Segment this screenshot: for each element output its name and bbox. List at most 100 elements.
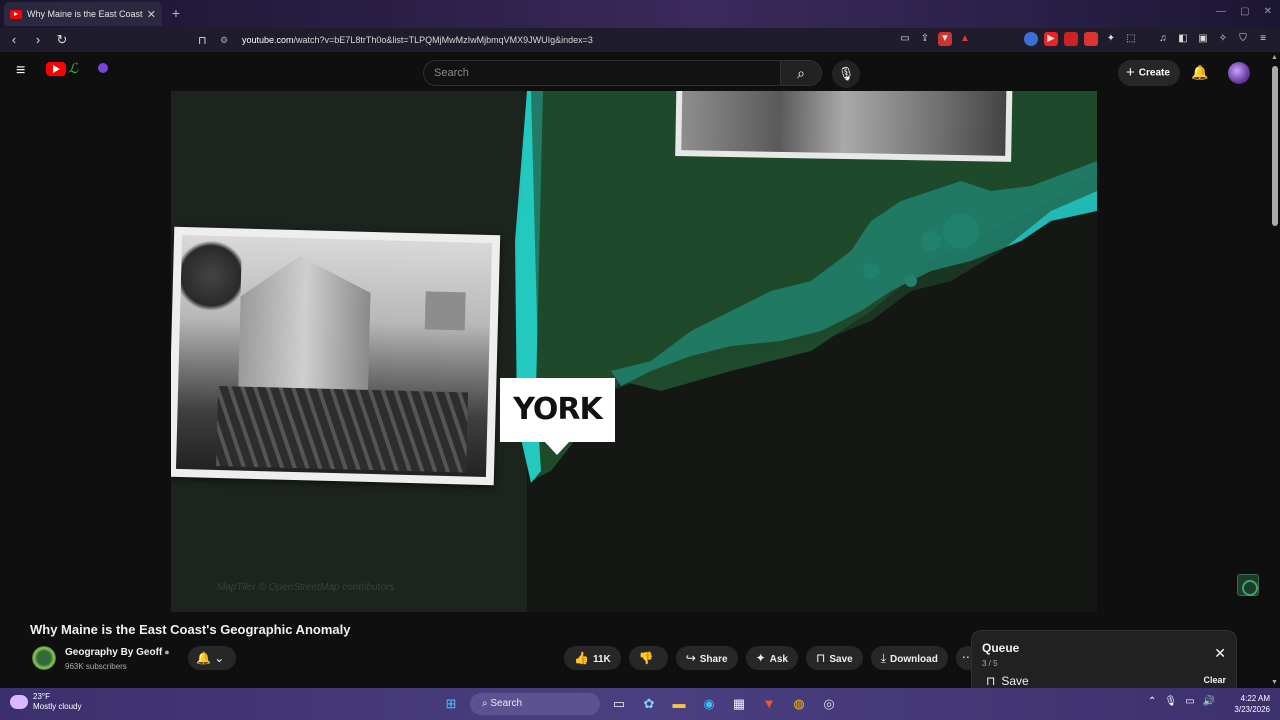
- leo-icon[interactable]: ✧: [1216, 32, 1230, 46]
- bookmark-icon: ⊓: [986, 674, 996, 688]
- close-window-icon[interactable]: ✕: [1264, 6, 1272, 17]
- share-button[interactable]: ↪ Share: [675, 646, 738, 670]
- dislike-button[interactable]: 👎: [628, 646, 668, 670]
- clock-date: 3/23/2026: [1234, 705, 1270, 714]
- tab-title: Why Maine is the East Coast’s: [27, 9, 143, 19]
- system-tray: ⌃ 🎙 ▭ 🔊: [1148, 696, 1215, 707]
- vpn-icon[interactable]: ⛉: [1236, 32, 1250, 46]
- new-tab-button[interactable]: +: [168, 5, 184, 21]
- search-input[interactable]: Search: [423, 60, 781, 86]
- store-icon[interactable]: ▦: [728, 693, 750, 715]
- download-button[interactable]: ⤓ Download: [870, 646, 948, 670]
- sidebar-icon[interactable]: ◧: [1176, 32, 1190, 46]
- bookmark-icon[interactable]: ⊓: [198, 34, 210, 47]
- back-icon[interactable]: ‹: [4, 30, 24, 50]
- thumbs-up-icon: 👍: [574, 651, 589, 665]
- tray-overflow-icon[interactable]: ⌃: [1148, 696, 1156, 707]
- youtube-doodle-logo[interactable]: ℒ: [68, 60, 108, 80]
- edge-icon[interactable]: ◉: [698, 693, 720, 715]
- file-explorer-icon[interactable]: ▬: [668, 693, 690, 715]
- weather-icon: [10, 695, 28, 709]
- bookmark-save-icon: ⊓: [815, 651, 826, 665]
- volume-icon[interactable]: 🔊: [1203, 696, 1215, 707]
- historic-photo-fishhouse: [171, 226, 501, 486]
- map-attribution: MapTiler © OpenStreetMap contributors: [217, 582, 395, 593]
- downloads-icon[interactable]: ⬚: [1124, 32, 1138, 46]
- temperature: 23°F: [33, 692, 50, 701]
- extensions-bar: ▭ ⇪ ▼ ▲ ▶ ✦ ⬚ ♫ ◧ ▣ ✧ ⛉ ≡: [898, 32, 1270, 46]
- address-bar: ‹ › ↻ ⊓ ⚙ youtube.com/watch?v=bE7L8trTh0…: [0, 28, 1280, 52]
- mic-tray-icon[interactable]: 🎙: [1164, 696, 1177, 707]
- thumbs-down-icon: 👎: [638, 651, 654, 665]
- minimize-icon[interactable]: —: [1216, 6, 1226, 17]
- share-icon: ↪: [685, 651, 696, 665]
- extension-red2-icon[interactable]: [1084, 32, 1098, 46]
- scroll-down-icon[interactable]: ▼: [1271, 679, 1278, 686]
- screen-cast-icon[interactable]: ▭: [898, 32, 912, 46]
- extension-blue-icon[interactable]: [1024, 32, 1038, 46]
- copilot-icon[interactable]: ✿: [638, 693, 660, 715]
- notifications-bell-icon[interactable]: 🔔: [1191, 64, 1209, 82]
- youtube-logo-icon[interactable]: [46, 62, 66, 76]
- reload-icon[interactable]: ↻: [52, 30, 72, 50]
- brave-shield-icon[interactable]: ▼: [938, 32, 952, 46]
- forward-icon[interactable]: ›: [28, 30, 48, 50]
- search-button[interactable]: ⌕: [780, 60, 822, 86]
- subscription-bell-button[interactable]: 🔔 ⌄: [188, 646, 236, 670]
- taskbar-search[interactable]: ⌕ Search: [470, 693, 600, 715]
- extensions-puzzle-icon[interactable]: ✦: [1104, 32, 1118, 46]
- brave-icon[interactable]: ▼: [758, 693, 780, 715]
- create-button[interactable]: + Create: [1118, 60, 1180, 86]
- taskbar-apps: ⊞ ⌕ Search ▭ ✿ ▬ ◉ ▦ ▼ ◍ ◎: [440, 693, 840, 715]
- download-icon: ⤓: [880, 651, 887, 665]
- channel-avatar[interactable]: [32, 646, 56, 670]
- subscriber-count: 963K subscribers: [65, 662, 127, 671]
- microphone-icon[interactable]: 🎙: [832, 60, 860, 88]
- scroll-up-icon[interactable]: ▲: [1271, 54, 1278, 61]
- media-icon[interactable]: ♫: [1156, 32, 1170, 46]
- wallet-icon[interactable]: ▣: [1196, 32, 1210, 46]
- url-field[interactable]: ⊓ ⚙ youtube.com/watch?v=bE7L8trTh0o&list…: [192, 30, 942, 50]
- close-tab-icon[interactable]: ✕: [147, 8, 156, 21]
- sparkle-icon: ✦: [755, 651, 766, 665]
- task-view-icon[interactable]: ▭: [608, 693, 630, 715]
- ask-button[interactable]: ✦ Ask: [745, 646, 798, 670]
- save-button[interactable]: ⊓ Save: [805, 646, 863, 670]
- start-icon[interactable]: ⊞: [440, 693, 462, 715]
- map-label-pointer: [544, 441, 570, 455]
- menu-icon[interactable]: ≡: [1256, 32, 1270, 46]
- account-avatar[interactable]: [1228, 62, 1250, 84]
- plus-icon: +: [1126, 64, 1135, 81]
- url-text: youtube.com/watch?v=bE7L8trTh0o&list=TLP…: [242, 35, 593, 45]
- action-bar: 👍 11K 👎 ↪ Share ✦ Ask ⊓ Save ⤓ Download ⋯: [564, 646, 980, 670]
- weather-widget[interactable]: 23°F Mostly cloudy: [10, 692, 81, 712]
- taskbar-clock[interactable]: 4:22 AM 3/23/2026: [1224, 693, 1270, 715]
- site-settings-icon[interactable]: ⚙: [220, 35, 234, 46]
- share-page-icon[interactable]: ⇪: [918, 32, 932, 46]
- channel-name[interactable]: Geography By Geoff ●: [65, 647, 170, 658]
- clock-time: 4:22 AM: [1240, 694, 1270, 703]
- rewards-icon[interactable]: ▲: [958, 32, 972, 46]
- hamburger-menu-icon[interactable]: ≡: [16, 63, 32, 79]
- queue-save-button[interactable]: ⊓ Save: [986, 674, 1035, 688]
- display-icon[interactable]: ▭: [1185, 696, 1194, 707]
- queue-title: Queue: [982, 641, 1020, 655]
- map-label-york: YORK: [500, 378, 615, 442]
- close-queue-icon[interactable]: ✕: [1214, 645, 1226, 662]
- extension-red-icon[interactable]: [1064, 32, 1078, 46]
- historic-photo-top: [675, 91, 1013, 162]
- youtube-header: ≡ ℒ Search ⌕ 🎙 + Create 🔔: [0, 52, 1280, 92]
- verified-icon: ●: [164, 647, 170, 657]
- maximize-icon[interactable]: ▢: [1240, 6, 1249, 17]
- channel-watermark-icon[interactable]: [1237, 574, 1259, 596]
- scrollbar-thumb[interactable]: [1272, 66, 1278, 226]
- queue-clear-button[interactable]: Clear: [1203, 675, 1226, 685]
- page-scrollbar[interactable]: ▲ ▼: [1270, 52, 1280, 688]
- tab-youtube[interactable]: Why Maine is the East Coast’s ✕: [4, 2, 162, 26]
- video-player[interactable]: YORK MapTiler © OpenStreetMap contributo…: [171, 91, 1097, 612]
- youtube-favicon-icon: [10, 9, 22, 19]
- like-button[interactable]: 👍 11K: [564, 646, 621, 670]
- obs-icon[interactable]: ◎: [818, 693, 840, 715]
- extension-youtube-icon[interactable]: ▶: [1044, 32, 1058, 46]
- chrome-icon[interactable]: ◍: [788, 693, 810, 715]
